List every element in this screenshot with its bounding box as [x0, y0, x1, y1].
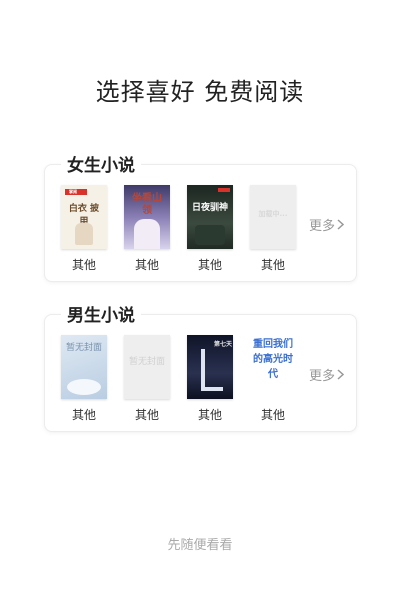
cover-placeholder: 加载中...	[258, 210, 288, 218]
skip-browse-link[interactable]: 先随便看看	[0, 534, 400, 553]
cover-placeholder: 暂无封面	[65, 343, 102, 353]
book-item[interactable]: 重回我们的高光时代 其他	[248, 335, 298, 423]
cover-title: 日夜驯神	[191, 203, 228, 213]
cover-title: 重回我们的高光时代	[253, 339, 293, 380]
book-cover[interactable]: 坐看山领	[124, 185, 170, 249]
book-genre: 其他	[71, 408, 96, 422]
section-female-novels: 女生小说 掌阅 白衣 披甲 其他 坐看山领 其他 日夜驯神 其他 加载中... …	[44, 151, 357, 282]
book-genre: 其他	[197, 258, 222, 272]
book-cover[interactable]: 暂无封面	[124, 335, 170, 399]
more-label: 更多	[308, 369, 335, 384]
book-list-female: 掌阅 白衣 披甲 其他 坐看山领 其他 日夜驯神 其他 加载中... 其他	[59, 185, 311, 273]
book-item[interactable]: 暂无封面 其他	[122, 335, 172, 423]
book-item[interactable]: 暂无封面 其他	[59, 335, 109, 423]
book-cover[interactable]: 暂无封面	[61, 335, 107, 399]
section-male-novels: 男生小说 暂无封面 其他 暂无封面 其他 第七天 其他 重回我们的高光时代 其他…	[44, 301, 357, 432]
book-item[interactable]: 掌阅 白衣 披甲 其他	[59, 185, 109, 273]
book-cover[interactable]: 第七天	[187, 335, 233, 399]
section-title-male: 男生小说	[61, 301, 141, 326]
chevron-right-icon	[337, 369, 344, 380]
preference-page: 选择喜好 免费阅读 女生小说 掌阅 白衣 披甲 其他 坐看山领 其他 日夜驯神 …	[0, 0, 400, 600]
book-item[interactable]: 加载中... 其他	[248, 185, 298, 273]
book-cover[interactable]: 重回我们的高光时代	[250, 335, 296, 399]
book-genre: 其他	[134, 408, 159, 422]
book-genre: 其他	[71, 258, 96, 272]
book-item[interactable]: 第七天 其他	[185, 335, 235, 423]
book-cover[interactable]: 加载中...	[250, 185, 296, 249]
book-item[interactable]: 坐看山领 其他	[122, 185, 172, 273]
book-genre: 其他	[260, 258, 285, 272]
book-genre: 其他	[197, 408, 222, 422]
more-link-female[interactable]: 更多	[309, 215, 344, 234]
more-link-male[interactable]: 更多	[309, 365, 344, 384]
book-item[interactable]: 日夜驯神 其他	[185, 185, 235, 273]
section-title-female: 女生小说	[61, 151, 141, 176]
more-label: 更多	[308, 219, 335, 234]
publisher-tag: 掌阅	[69, 189, 77, 194]
book-genre: 其他	[134, 258, 159, 272]
book-list-male: 暂无封面 其他 暂无封面 其他 第七天 其他 重回我们的高光时代 其他	[59, 335, 311, 423]
book-cover[interactable]: 掌阅 白衣 披甲	[61, 185, 107, 249]
cover-title: 第七天	[213, 341, 232, 348]
chevron-right-icon	[337, 219, 344, 230]
book-genre: 其他	[260, 408, 285, 422]
book-cover[interactable]: 日夜驯神	[187, 185, 233, 249]
cover-placeholder: 暂无封面	[128, 357, 165, 367]
cover-title: 坐看山领	[132, 193, 162, 216]
page-title: 选择喜好 免费阅读	[95, 78, 305, 106]
